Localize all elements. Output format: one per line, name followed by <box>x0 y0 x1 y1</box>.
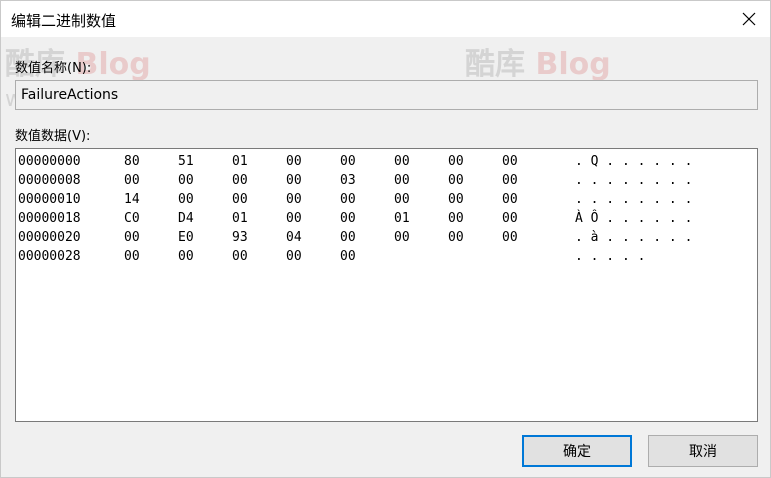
hex-byte: 00 <box>286 173 302 188</box>
hex-byte: C0 <box>124 211 140 226</box>
hex-byte: 00 <box>340 154 356 169</box>
hex-byte: 00 <box>340 192 356 207</box>
hex-byte: 00 <box>448 211 464 226</box>
hex-row: 00000000 80 51 01 00 00 00 00 00. Q . . . . . . <box>16 152 757 171</box>
watermark-logo: 酷库 Blog <box>465 47 611 82</box>
hex-row: 00000018 C0 D4 01 00 00 01 00 00 À Ô . . . . . . <box>16 209 757 228</box>
hex-byte: 00 <box>340 249 356 264</box>
close-icon <box>742 12 756 26</box>
hex-byte: 00 <box>286 192 302 207</box>
close-button[interactable] <box>734 5 764 33</box>
hex-ascii: . . . . . . . . <box>575 192 693 207</box>
hex-byte: 00 <box>178 249 194 264</box>
hex-byte: 00 <box>448 173 464 188</box>
hex-byte: 00 <box>340 230 356 245</box>
hex-byte: D4 <box>178 211 194 226</box>
hex-row: 00000028 00 00 00 00 00 . . . . . <box>16 247 757 266</box>
edit-binary-value-dialog: 编辑二进制数值 酷库 Blog www.zxki.cn 酷库 Blog www.… <box>0 0 771 478</box>
hex-byte: 00 <box>178 192 194 207</box>
hex-byte: 00 <box>286 154 302 169</box>
hex-row: 00000010 14 00 00 00 00 00 00 00 . . . . . . . . <box>16 190 757 209</box>
hex-byte: 01 <box>232 211 248 226</box>
hex-byte: 00 <box>286 249 302 264</box>
hex-ascii: . . . . . <box>575 249 646 264</box>
hex-byte: 04 <box>286 230 302 245</box>
hex-byte: 00 <box>394 192 410 207</box>
hex-byte: 00 <box>394 154 410 169</box>
ok-button[interactable]: 确定 <box>522 435 632 467</box>
value-name-field: FailureActions <box>15 80 758 110</box>
hex-byte: 00 <box>448 154 464 169</box>
hex-byte: 00 <box>124 173 140 188</box>
hex-row: 00000008 00 00 00 00 03 00 00 00 . . . . . . . . <box>16 171 757 190</box>
hex-byte: 51 <box>178 154 194 169</box>
hex-offset: 00000018 <box>18 211 81 226</box>
hex-byte: 00 <box>448 230 464 245</box>
hex-byte: 00 <box>124 249 140 264</box>
cancel-button[interactable]: 取消 <box>648 435 758 467</box>
hex-byte: 01 <box>232 154 248 169</box>
value-name-label: 数值名称(N): <box>15 61 92 76</box>
hex-byte: 00 <box>232 173 248 188</box>
hex-byte: 00 <box>502 192 518 207</box>
hex-byte: 03 <box>340 173 356 188</box>
hex-ascii: À Ô . . . . . . <box>575 211 693 226</box>
title-bar: 编辑二进制数值 <box>1 1 770 37</box>
hex-offset: 00000028 <box>18 249 81 264</box>
hex-byte: 00 <box>286 211 302 226</box>
hex-byte: 01 <box>394 211 410 226</box>
value-data-hex-editor[interactable]: 00000000 80 51 01 00 00 00 00 00. Q . . . . . .0… <box>15 148 758 422</box>
hex-byte: 00 <box>448 192 464 207</box>
hex-offset: 00000020 <box>18 230 81 245</box>
hex-offset: 00000010 <box>18 192 81 207</box>
hex-byte: 80 <box>124 154 140 169</box>
hex-row: 00000020 00 E0 93 04 00 00 00 00 . à . . . . . . <box>16 228 757 247</box>
hex-ascii: . à . . . . . . <box>575 230 693 245</box>
hex-byte: 93 <box>232 230 248 245</box>
hex-offset: 00000008 <box>18 173 81 188</box>
hex-byte: 00 <box>178 173 194 188</box>
window-title: 编辑二进制数值 <box>11 12 117 30</box>
hex-byte: 14 <box>124 192 140 207</box>
hex-byte: 00 <box>502 173 518 188</box>
hex-offset: 00000000 <box>18 154 81 169</box>
hex-byte: 00 <box>124 230 140 245</box>
hex-byte: 00 <box>502 230 518 245</box>
hex-byte: 00 <box>394 173 410 188</box>
hex-ascii: . . . . . . . . <box>575 173 693 188</box>
hex-byte: 00 <box>502 154 518 169</box>
hex-byte: 00 <box>232 192 248 207</box>
hex-ascii: . Q . . . . . . <box>575 154 693 169</box>
hex-byte: 00 <box>394 230 410 245</box>
value-data-label: 数值数据(V): <box>15 129 91 144</box>
hex-byte: 00 <box>232 249 248 264</box>
hex-byte: 00 <box>340 211 356 226</box>
hex-byte: E0 <box>178 230 194 245</box>
hex-byte: 00 <box>502 211 518 226</box>
